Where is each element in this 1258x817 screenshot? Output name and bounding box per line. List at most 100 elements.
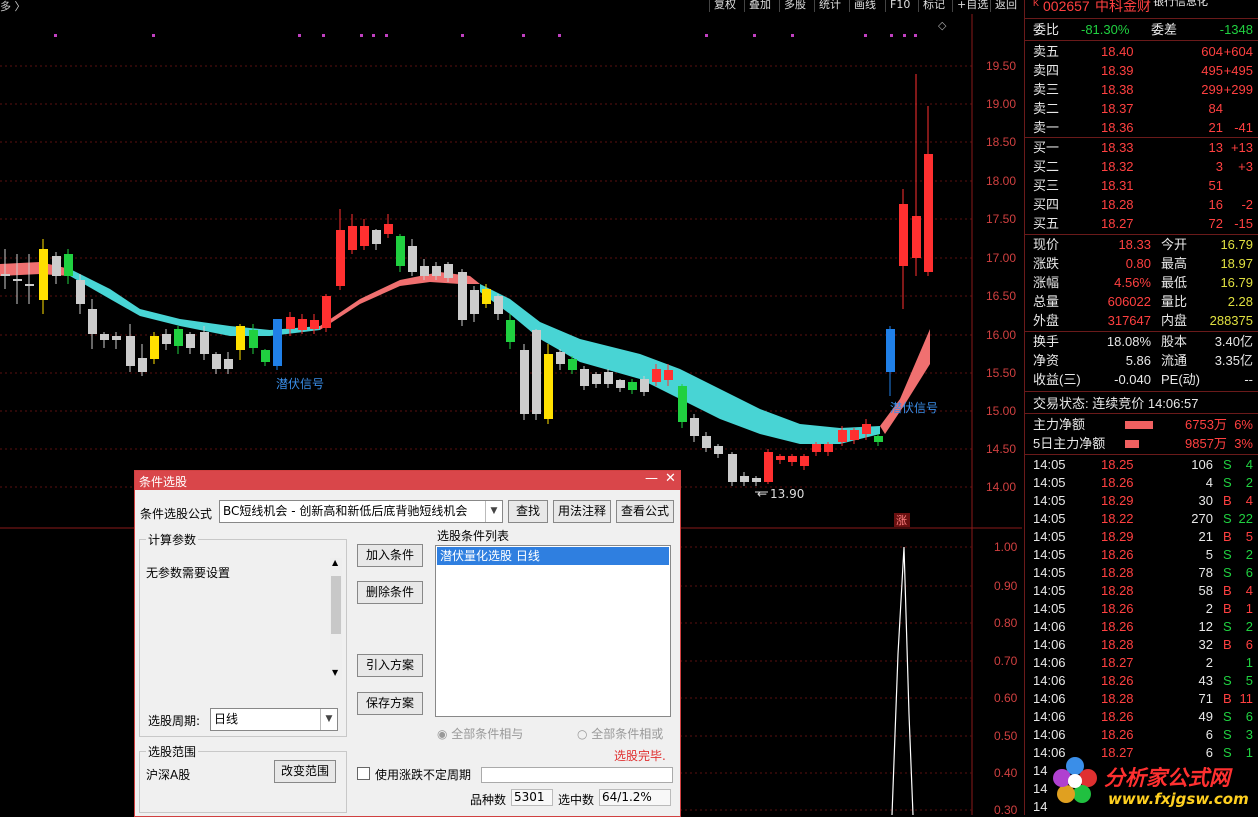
stock-name: 中科金财: [1095, 0, 1151, 14]
save-plan-button[interactable]: 保存方案: [357, 692, 423, 715]
radio-or[interactable]: ○ 全部条件相或: [577, 725, 663, 742]
candle: [100, 332, 109, 348]
condition-list[interactable]: 潜伏量化选股 日线: [435, 545, 671, 717]
stat-row: 现价 18.33 今开 16.79: [1033, 237, 1253, 252]
view-formula-button[interactable]: 查看公式: [616, 500, 674, 523]
period-select[interactable]: 日线 ▼: [210, 708, 338, 731]
zhang-tag-text: 涨: [896, 514, 907, 527]
candle: [874, 434, 883, 446]
toolbar-button-multi-stock[interactable]: 多股: [779, 0, 810, 12]
toolbar-button-draw[interactable]: 画线: [849, 0, 880, 12]
stock-screener-dialog: 条件选股 — ✕ 条件选股公式 BC短线机会 - 创新高和新低后底背驰短线机会 …: [134, 470, 681, 817]
range-value: 沪深A股: [146, 768, 191, 782]
candle: [628, 379, 637, 394]
delete-condition-button[interactable]: 删除条件: [357, 581, 423, 604]
dialog-title: 条件选股: [139, 475, 188, 489]
toolbar-left-text[interactable]: 多 〉: [0, 0, 26, 14]
tick-row: 14:05 18.26 2 B 1: [1033, 601, 1253, 616]
price-tick: 15.50: [986, 366, 1016, 380]
dialog-titlebar[interactable]: 条件选股 — ✕: [135, 471, 680, 490]
ma-band-down-1: [70, 269, 320, 336]
done-text: 选股完毕.: [614, 749, 666, 763]
chart-toolbar: 多 〉 复权 叠加 多股 统计 画线 F10 标记 +自选 返回: [0, 0, 1022, 13]
chevron-down-icon[interactable]: ▼: [485, 501, 502, 522]
candle: [714, 444, 723, 458]
change-range-button[interactable]: 改变范围: [274, 760, 336, 783]
candle: [678, 384, 687, 428]
candle: [39, 239, 48, 314]
stat-row: 涨跌 0.80 最高 18.97: [1033, 256, 1253, 271]
candle: [752, 476, 761, 486]
candle: [494, 294, 503, 320]
flower-logo-icon: [1053, 757, 1097, 803]
ask-row: 卖三 18.38 299 +299: [1033, 82, 1253, 97]
candle: [112, 332, 121, 349]
candle: [64, 249, 73, 284]
candle: [924, 106, 933, 276]
candle: [702, 432, 711, 452]
params-scrollbar[interactable]: ▲ ▼: [330, 558, 342, 680]
candle: [824, 442, 833, 456]
main-flow-row: 5日主力净额 9857万 3%: [1033, 436, 1253, 451]
price-tick: 17.00: [986, 251, 1016, 265]
candle: [556, 349, 565, 370]
tick-row: 14:05 18.28 78 S 6: [1033, 565, 1253, 580]
candle: [150, 332, 159, 364]
toolbar-button-add-watchlist[interactable]: +自选: [952, 0, 992, 12]
candle: [372, 229, 381, 250]
toolbar-button-f10[interactable]: F10: [885, 0, 914, 12]
price-tick: 14.50: [986, 442, 1016, 456]
close-icon[interactable]: ✕: [665, 471, 676, 486]
price-tick: 17.50: [986, 212, 1016, 226]
find-button[interactable]: 查找: [508, 500, 548, 523]
use-period-checkbox[interactable]: [357, 767, 370, 780]
stat-row: 总量 606022 量比 2.28: [1033, 294, 1253, 309]
list-item[interactable]: 潜伏量化选股 日线: [437, 547, 669, 565]
condition-list-label: 选股条件列表: [437, 529, 510, 543]
candle: [138, 344, 147, 376]
watermark-logo: 分析家公式网 www.fxjgsw.com: [1050, 752, 1255, 812]
candle: [261, 349, 270, 366]
price-tick: 15.00: [986, 404, 1016, 418]
signal-label: 潜伏信号: [890, 401, 938, 415]
minimize-icon[interactable]: —: [645, 471, 658, 486]
candle: [812, 442, 821, 456]
chevron-up-icon[interactable]: ▲: [332, 558, 338, 567]
candle: [580, 366, 589, 390]
usage-notes-button[interactable]: 用法注释: [553, 500, 611, 523]
range-group: 选股范围 沪深A股 改变范围: [139, 743, 347, 813]
candle: [76, 274, 85, 314]
candle: [174, 326, 183, 354]
formula-select[interactable]: BC短线机会 - 创新高和新低后底背驰短线机会 ▼: [219, 500, 503, 523]
toolbar-button-fuquan[interactable]: 复权: [709, 0, 740, 12]
import-plan-button[interactable]: 引入方案: [357, 654, 423, 677]
period-value: 日线: [214, 712, 239, 726]
progress-bar: [481, 767, 673, 783]
price-tick: 18.50: [986, 135, 1016, 149]
toolbar-button-overlay[interactable]: 叠加: [744, 0, 775, 12]
toolbar-button-mark[interactable]: 标记: [918, 0, 949, 12]
radio-and[interactable]: ◉ 全部条件相与: [437, 725, 523, 742]
add-condition-button[interactable]: 加入条件: [357, 544, 423, 567]
range-legend: 选股范围: [146, 743, 199, 760]
no-params-text: 无参数需要设置: [146, 566, 231, 580]
toolbar-button-stats[interactable]: 统计: [814, 0, 845, 12]
formula-label: 条件选股公式: [140, 507, 213, 521]
svg-text:←: ←: [757, 487, 767, 501]
candle: [52, 252, 61, 284]
tick-row: 14:06 18.26 12 S 2: [1033, 619, 1253, 634]
selected-label: 选中数: [558, 793, 595, 807]
toolbar-button-back[interactable]: 返回: [990, 0, 1021, 12]
candle: [740, 472, 749, 486]
candle: [788, 454, 797, 466]
candle: [604, 369, 613, 388]
sub-tick: 0.70: [994, 654, 1018, 668]
candle: [616, 379, 625, 392]
chevron-down-icon[interactable]: ▼: [332, 668, 338, 677]
tick-row: 14:06 18.26 6 S 3: [1033, 727, 1253, 742]
scrollbar-thumb[interactable]: [331, 576, 341, 634]
stat-row: 换手 18.08% 股本 3.40亿: [1033, 334, 1253, 349]
tick-row: 14:05 18.28 58 B 4: [1033, 583, 1253, 598]
bid-row: 买三 18.31 51: [1033, 178, 1223, 193]
chevron-down-icon[interactable]: ▼: [320, 709, 337, 730]
